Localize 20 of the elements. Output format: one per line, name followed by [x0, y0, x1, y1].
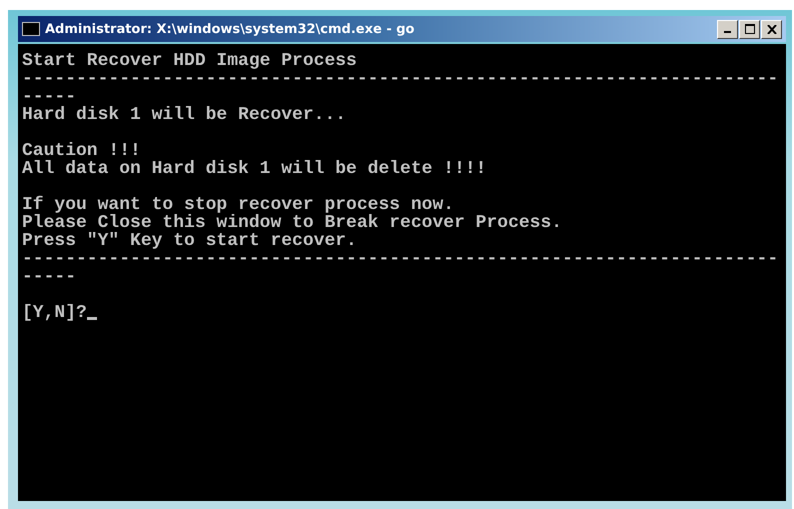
console-line: ----- — [22, 268, 76, 286]
console-line: Hard disk 1 will be Recover... — [22, 106, 346, 124]
console-line: If you want to stop recover process now. — [22, 196, 454, 214]
close-button[interactable] — [761, 20, 782, 38]
console-line: Please Close this window to Break recover Process. — [22, 214, 562, 232]
minimize-button[interactable] — [717, 20, 738, 38]
console-line: Caution !!! — [22, 142, 141, 160]
text-cursor — [86, 317, 97, 320]
console-line: ----- — [22, 88, 76, 106]
console-line: Start Recover HDD Image Process — [22, 52, 357, 70]
console-line: ---------------------------------------------------------------------- — [22, 70, 778, 88]
console-line: All data on Hard disk 1 will be delete !!!! — [22, 160, 486, 178]
console-prompt: [Y,N]? — [22, 304, 87, 322]
window-title: Administrator: X:\windows\system32\cmd.exe - go — [45, 22, 416, 36]
console-line: ---------------------------------------------------------------------- — [22, 250, 778, 268]
maximize-icon — [744, 24, 754, 34]
console-icon — [22, 22, 40, 36]
maximize-button[interactable] — [739, 20, 760, 38]
console-line: Press "Y" Key to start recover. — [22, 232, 357, 250]
close-icon — [766, 24, 776, 34]
